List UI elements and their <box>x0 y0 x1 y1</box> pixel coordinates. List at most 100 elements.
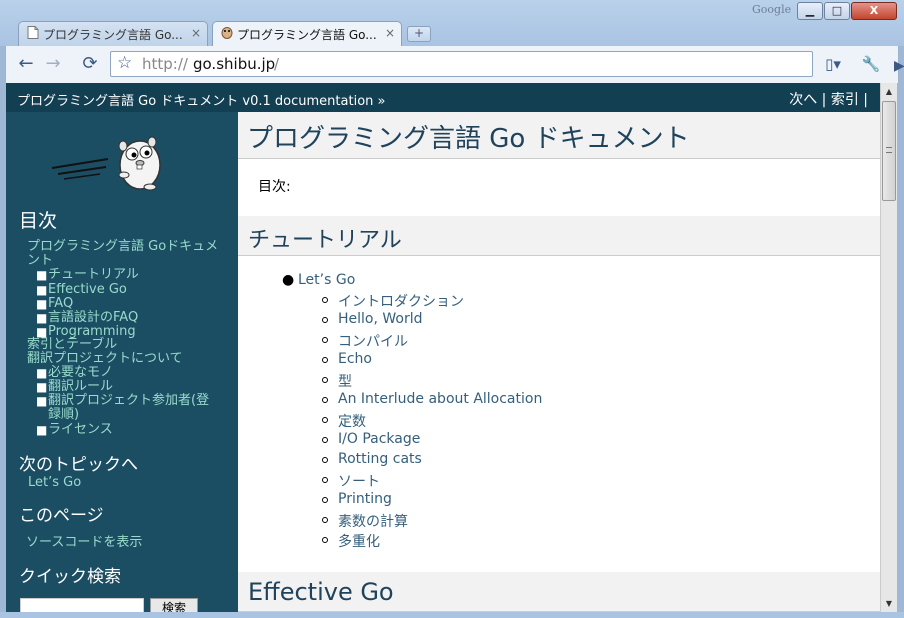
relbar-sep-end: | <box>858 92 868 108</box>
window-frame-bottom <box>0 612 904 618</box>
tutorial-item[interactable]: 定数 <box>338 411 366 431</box>
toc-root-link[interactable]: プログラミング言語 Goドキュメント <box>27 240 227 268</box>
quick-search-input[interactable] <box>20 598 144 612</box>
tutorial-item[interactable]: 多重化 <box>338 531 380 551</box>
search-button[interactable]: 検索 <box>150 598 198 612</box>
reload-icon[interactable]: ⟳ <box>78 52 102 76</box>
tutorial-item[interactable]: Printing <box>338 491 392 507</box>
tutorial-item[interactable]: Rotting cats <box>338 451 422 467</box>
bullet: ■ <box>36 366 48 380</box>
list-circle <box>322 397 328 403</box>
tutorial-item[interactable]: 素数の計算 <box>338 511 408 531</box>
page-viewport: プログラミング言語 Go ドキュメント v0.1 documentation »… <box>6 83 880 612</box>
tab-1[interactable]: プログラミング言語 Go... × <box>18 21 208 46</box>
google-brand: Google <box>752 3 792 16</box>
wrench-icon[interactable]: 🔧▾ <box>859 52 883 97</box>
tab-2[interactable]: プログラミング言語 Go... × <box>212 21 402 46</box>
minimize-button[interactable]: ▁ <box>797 2 823 20</box>
address-bar[interactable]: ☆ http:// go.shibu.jp / ▶ <box>110 51 904 77</box>
next-link[interactable]: 次へ <box>789 92 817 108</box>
next-topic-title: 次のトピックへ <box>19 455 138 475</box>
list-circle <box>322 457 328 463</box>
list-bullet: ● <box>282 272 295 288</box>
tutorial-item[interactable]: 型 <box>338 371 352 391</box>
scroll-down-icon[interactable]: ▼ <box>881 599 897 608</box>
back-arrow-icon[interactable]: ← <box>14 52 38 76</box>
toc-title: 目次 <box>19 210 58 232</box>
gopher-favicon-icon <box>221 26 233 39</box>
toc-item-effective-go[interactable]: Effective Go <box>48 283 127 297</box>
toc-item-tutorial[interactable]: チュートリアル <box>48 268 139 282</box>
go-icon[interactable]: ▶ <box>894 58 904 74</box>
page-menu-icon[interactable]: ▯▾ <box>821 52 845 76</box>
tutorial-item[interactable]: I/O Package <box>338 431 420 447</box>
bullet: ■ <box>36 283 48 297</box>
toc-item-lang-faq[interactable]: 言語設計のFAQ <box>48 311 138 325</box>
tutorial-item[interactable]: コンパイル <box>338 331 408 351</box>
vertical-scrollbar[interactable]: ▲ ▼ <box>880 83 897 612</box>
tutorial-item[interactable]: Hello, World <box>338 311 423 327</box>
document-body: プログラミング言語 Go ドキュメント 目次: チュートリアル ● Let’s … <box>238 112 880 612</box>
relbar-home-link[interactable]: プログラミング言語 Go ドキュメント v0.1 documentation » <box>17 90 385 109</box>
sidebar: 目次 プログラミング言語 Goドキュメント ■ チュートリアル ■ Effect… <box>6 112 238 612</box>
list-circle <box>322 377 328 383</box>
bullet: ■ <box>36 380 48 394</box>
list-circle <box>322 317 328 323</box>
about-item-license[interactable]: ライセンス <box>48 423 113 437</box>
forward-arrow-icon[interactable]: → <box>41 52 65 76</box>
bullet: ■ <box>36 394 48 408</box>
toc-item-faq[interactable]: FAQ <box>48 297 73 311</box>
tutorial-item[interactable]: An Interlude about Allocation <box>338 391 542 407</box>
index-tables-link[interactable]: 索引とテーブル <box>27 338 117 352</box>
tab-2-label: プログラミング言語 Go... <box>237 28 377 42</box>
about-item-rules[interactable]: 翻訳ルール <box>48 380 113 394</box>
list-circle <box>322 517 328 523</box>
grip-icon <box>886 147 892 153</box>
url-suffix: / <box>274 55 280 73</box>
about-item-requirements[interactable]: 必要なモノ <box>48 366 113 380</box>
toc-label: 目次: <box>258 179 291 195</box>
maximize-button[interactable]: □ <box>824 2 850 20</box>
scroll-up-icon[interactable]: ▲ <box>881 87 897 96</box>
list-circle <box>322 337 328 343</box>
window-titlebar: Google ▁ □ X プログラミング言語 Go... × プログラミング言語… <box>0 0 904 46</box>
list-circle <box>322 357 328 363</box>
relbar-nav: 次へ | 索引 | <box>789 89 868 109</box>
scroll-thumb[interactable] <box>882 101 896 201</box>
tutorial-item[interactable]: イントロダクション <box>338 291 464 311</box>
close-window-button[interactable]: X <box>851 2 897 20</box>
quick-search-title: クイック検索 <box>19 567 121 587</box>
tab-2-close-button[interactable]: × <box>385 26 395 40</box>
next-topic-link[interactable]: Let’s Go <box>28 476 81 490</box>
about-item-participants[interactable]: 翻訳プロジェクト参加者(登録順) <box>48 394 213 422</box>
index-link[interactable]: 索引 <box>831 92 859 108</box>
star-icon[interactable]: ☆ <box>117 53 132 73</box>
tutorial-item[interactable]: Echo <box>338 351 372 367</box>
bullet: ■ <box>36 311 48 325</box>
bullet: ■ <box>36 268 48 282</box>
relbar-sep: | <box>817 92 831 108</box>
about-translation-link[interactable]: 翻訳プロジェクトについて <box>27 352 183 366</box>
url-host: go.shibu.jp <box>193 55 276 73</box>
effective-go-heading: Effective Go <box>238 572 880 612</box>
new-tab-button[interactable]: + <box>407 26 431 42</box>
tab-1-close-button[interactable]: × <box>191 26 201 40</box>
show-source-link[interactable]: ソースコードを表示 <box>26 536 142 550</box>
tutorial-heading: チュートリアル <box>238 216 880 256</box>
list-circle <box>322 417 328 423</box>
tutorial-item[interactable]: ソート <box>338 471 380 491</box>
url-prefix: http:// <box>142 55 188 73</box>
lets-go-link[interactable]: Let’s Go <box>298 272 355 288</box>
browser-toolbar: ← → ⟳ ☆ http:// go.shibu.jp / ▶ ▯▾ 🔧▾ <box>5 46 904 97</box>
bullet: ■ <box>36 297 48 311</box>
gopher-icon <box>50 132 180 206</box>
tab-1-label: プログラミング言語 Go... <box>43 28 183 42</box>
list-circle <box>322 297 328 303</box>
related-bar: プログラミング言語 Go ドキュメント v0.1 documentation »… <box>6 83 880 112</box>
list-circle <box>322 437 328 443</box>
list-circle <box>322 477 328 483</box>
file-icon <box>27 26 39 39</box>
page-title: プログラミング言語 Go ドキュメント <box>238 112 880 159</box>
list-circle <box>322 497 328 503</box>
list-circle <box>322 537 328 543</box>
